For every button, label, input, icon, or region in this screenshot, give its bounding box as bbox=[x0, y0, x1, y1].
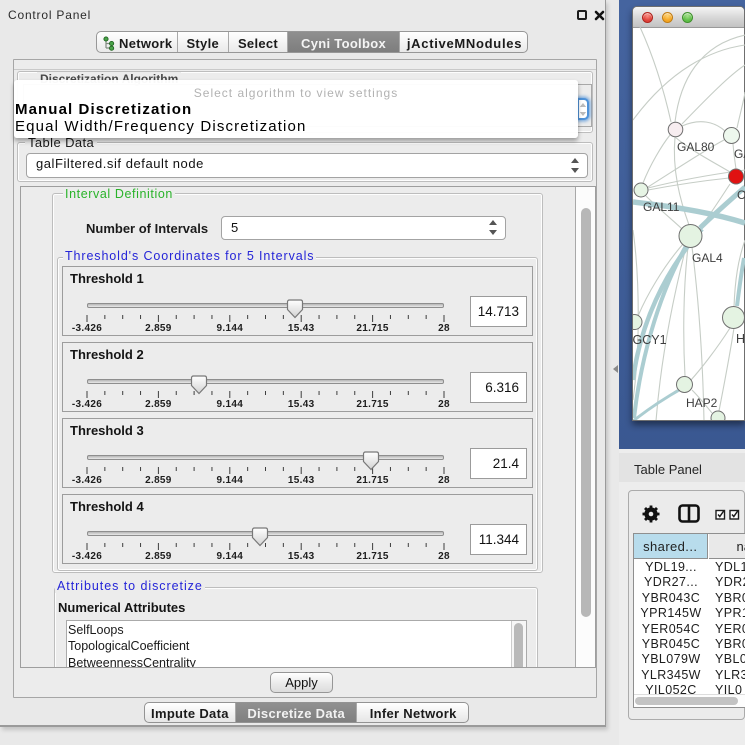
svg-text:GAL11: GAL11 bbox=[643, 200, 680, 214]
svg-text:CY: CY bbox=[737, 188, 745, 202]
svg-text:GAL80: GAL80 bbox=[677, 140, 715, 154]
svg-text:HAP2: HAP2 bbox=[686, 396, 718, 410]
svg-text:HI: HI bbox=[736, 332, 745, 346]
svg-text:GA: GA bbox=[734, 147, 745, 161]
svg-text:GAL4: GAL4 bbox=[692, 251, 723, 265]
svg-text:GCY1: GCY1 bbox=[633, 333, 667, 347]
